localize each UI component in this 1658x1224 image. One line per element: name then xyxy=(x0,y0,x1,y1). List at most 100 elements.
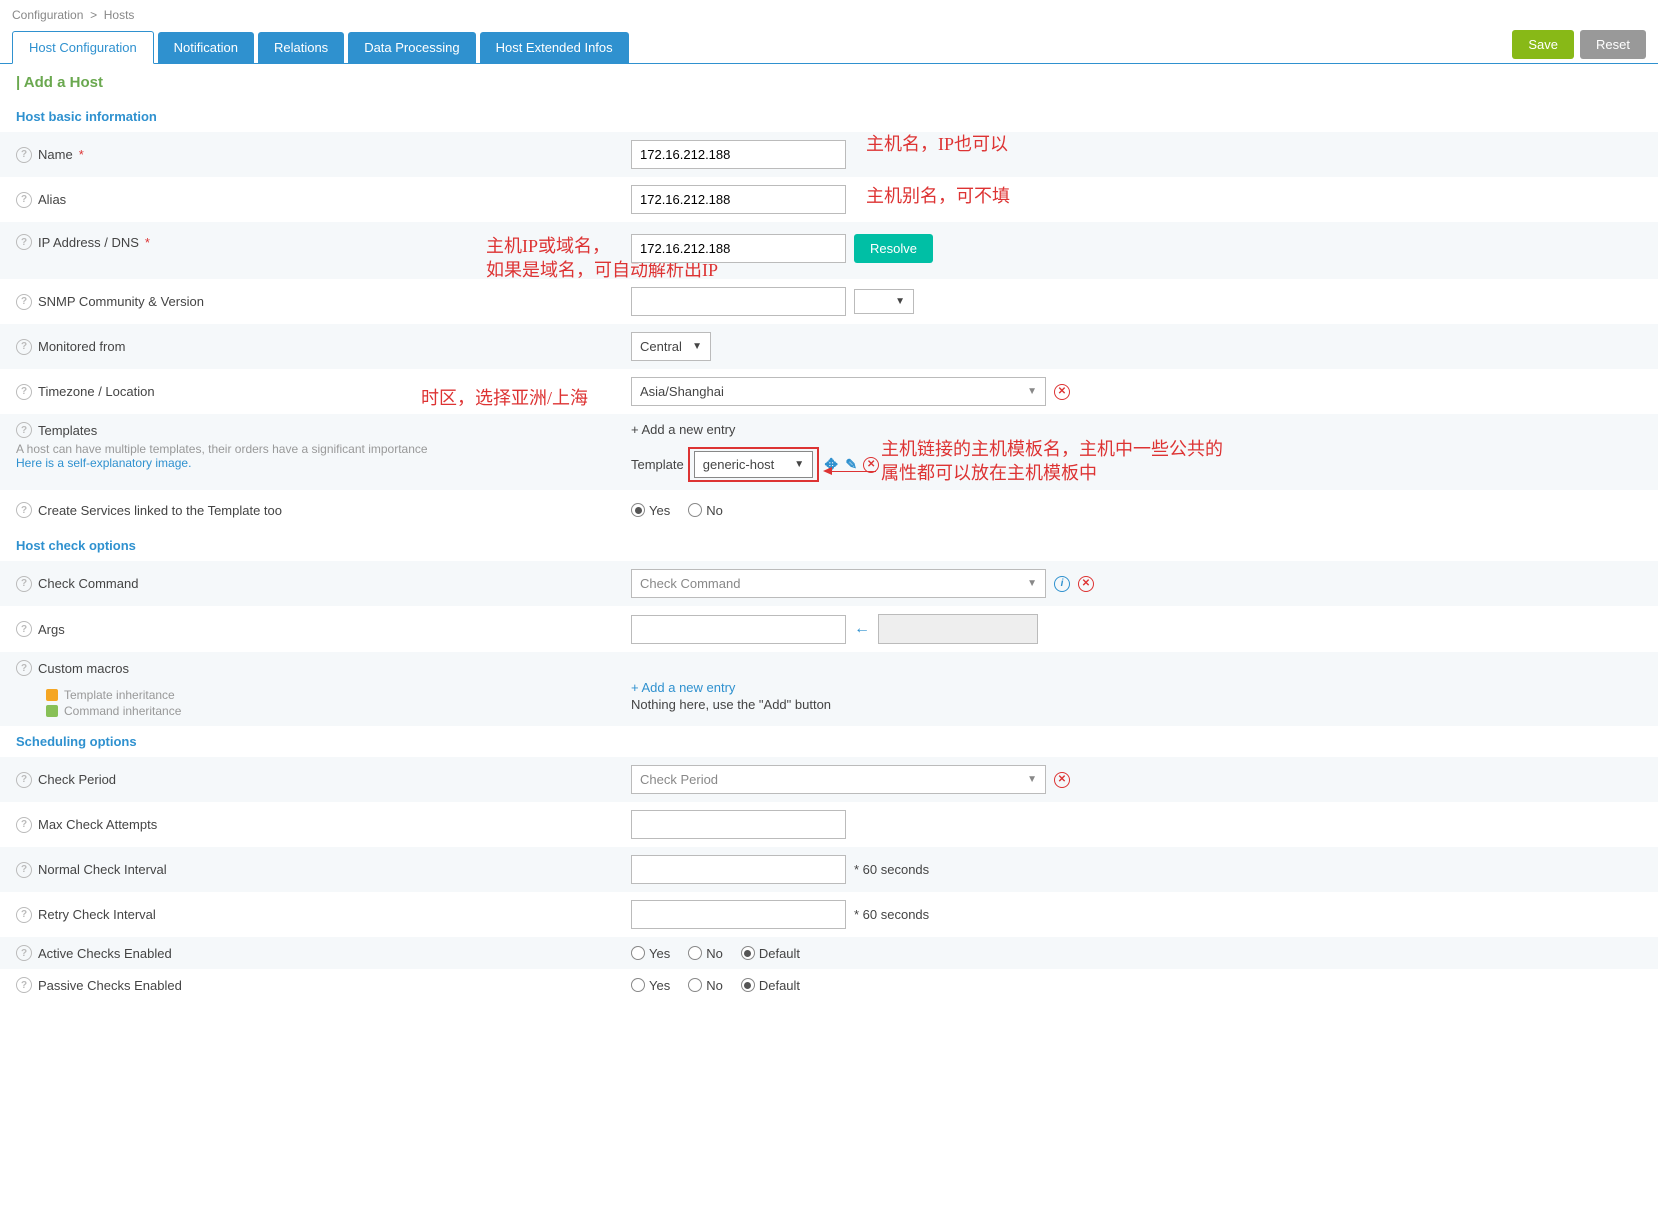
annotation-ip1: 主机IP或域名， xyxy=(486,232,610,258)
help-icon[interactable]: ? xyxy=(16,772,32,788)
label-timezone: Timezone / Location xyxy=(38,384,155,399)
tab-host-extended-infos[interactable]: Host Extended Infos xyxy=(480,32,629,63)
info-icon[interactable]: i xyxy=(1054,576,1070,592)
alias-input[interactable] xyxy=(631,185,846,214)
help-icon[interactable]: ? xyxy=(16,294,32,310)
radio-icon xyxy=(631,946,645,960)
required-icon: * xyxy=(145,235,150,250)
radio-yes[interactable]: Yes xyxy=(631,978,670,993)
delete-icon[interactable]: ✕ xyxy=(1054,772,1070,788)
tab-relations[interactable]: Relations xyxy=(258,32,344,63)
help-icon[interactable]: ? xyxy=(16,339,32,355)
snmp-version-select[interactable]: ▼ xyxy=(854,289,914,314)
snmp-community-input[interactable] xyxy=(631,287,846,316)
normal-interval-input[interactable] xyxy=(631,855,846,884)
row-templates: ? Templates A host can have multiple tem… xyxy=(0,414,1658,490)
row-check-command: ? Check Command Check Command▼ i ✕ xyxy=(0,561,1658,606)
help-icon[interactable]: ? xyxy=(16,192,32,208)
page-title: | Add a Host xyxy=(0,64,1658,101)
delete-icon[interactable]: ✕ xyxy=(1054,384,1070,400)
radio-no[interactable]: No xyxy=(688,946,723,961)
templates-help-link[interactable]: Here is a self-explanatory image. xyxy=(16,456,631,470)
label-ip: IP Address / DNS xyxy=(38,235,139,250)
help-icon[interactable]: ? xyxy=(16,660,32,676)
row-normal-interval: ? Normal Check Interval * 60 seconds xyxy=(0,847,1658,892)
radio-no[interactable]: No xyxy=(688,503,723,518)
check-period-select[interactable]: Check Period▼ xyxy=(631,765,1046,794)
name-input[interactable] xyxy=(631,140,846,169)
help-icon[interactable]: ? xyxy=(16,621,32,637)
section-scheduling: Scheduling options xyxy=(0,726,1658,757)
annotation-arrow xyxy=(826,471,876,472)
caret-down-icon: ▼ xyxy=(692,341,702,352)
template-inheritance-label: Template inheritance xyxy=(64,688,175,702)
resolve-button[interactable]: Resolve xyxy=(854,234,933,263)
radio-icon xyxy=(631,503,645,517)
interval-suffix: * 60 seconds xyxy=(854,907,929,922)
reset-button[interactable]: Reset xyxy=(1580,30,1646,59)
help-icon[interactable]: ? xyxy=(16,945,32,961)
required-icon: * xyxy=(79,147,84,162)
label-normal-interval: Normal Check Interval xyxy=(38,862,167,877)
caret-down-icon: ▼ xyxy=(1027,578,1037,589)
row-max-attempts: ? Max Check Attempts xyxy=(0,802,1658,847)
label-retry-interval: Retry Check Interval xyxy=(38,907,156,922)
timezone-select[interactable]: Asia/Shanghai▼ xyxy=(631,377,1046,406)
args-input[interactable] xyxy=(631,615,846,644)
arrow-left-icon[interactable]: ← xyxy=(854,621,870,637)
annotation-alias: 主机别名，可不填 xyxy=(866,182,1010,208)
caret-down-icon: ▼ xyxy=(1027,774,1037,785)
radio-icon xyxy=(688,978,702,992)
radio-yes[interactable]: Yes xyxy=(631,946,670,961)
breadcrumb-item[interactable]: Hosts xyxy=(104,8,135,22)
max-attempts-input[interactable] xyxy=(631,810,846,839)
delete-icon[interactable]: ✕ xyxy=(1078,576,1094,592)
help-icon[interactable]: ? xyxy=(16,977,32,993)
row-monitored: ? Monitored from Central▼ xyxy=(0,324,1658,369)
row-check-period: ? Check Period Check Period▼ ✕ xyxy=(0,757,1658,802)
label-snmp: SNMP Community & Version xyxy=(38,294,204,309)
help-icon[interactable]: ? xyxy=(16,862,32,878)
breadcrumb-item[interactable]: Configuration xyxy=(12,8,83,22)
save-button[interactable]: Save xyxy=(1512,30,1574,59)
label-check-period: Check Period xyxy=(38,772,116,787)
help-icon[interactable]: ? xyxy=(16,576,32,592)
tab-data-processing[interactable]: Data Processing xyxy=(348,32,475,63)
radio-icon xyxy=(688,503,702,517)
help-icon[interactable]: ? xyxy=(16,502,32,518)
help-icon[interactable]: ? xyxy=(16,422,32,438)
row-ip: ? IP Address / DNS * 主机IP或域名， 如果是域名，可自动解… xyxy=(0,222,1658,279)
label-passive-checks: Passive Checks Enabled xyxy=(38,978,182,993)
label-alias: Alias xyxy=(38,192,66,207)
tab-host-configuration[interactable]: Host Configuration xyxy=(12,31,154,64)
radio-no[interactable]: No xyxy=(688,978,723,993)
label-create-services: Create Services linked to the Template t… xyxy=(38,503,282,518)
add-macro-link[interactable]: + Add a new entry xyxy=(631,680,1642,695)
tab-notification[interactable]: Notification xyxy=(158,32,254,63)
help-icon[interactable]: ? xyxy=(16,817,32,833)
radio-yes[interactable]: Yes xyxy=(631,503,670,518)
radio-default[interactable]: Default xyxy=(741,978,800,993)
row-args: ? Args ← xyxy=(0,606,1658,652)
row-create-services: ? Create Services linked to the Template… xyxy=(0,490,1658,530)
ip-input[interactable] xyxy=(631,234,846,263)
help-icon[interactable]: ? xyxy=(16,907,32,923)
row-name: ? Name * 主机名，IP也可以 xyxy=(0,132,1658,177)
help-icon[interactable]: ? xyxy=(16,384,32,400)
label-check-command: Check Command xyxy=(38,576,138,591)
radio-default[interactable]: Default xyxy=(741,946,800,961)
breadcrumb-sep: > xyxy=(90,8,97,22)
template-label: Template xyxy=(631,457,684,472)
check-command-select[interactable]: Check Command▼ xyxy=(631,569,1046,598)
template-select[interactable]: generic-host▼ xyxy=(694,451,813,478)
annotation-template2: 属性都可以放在主机模板中 xyxy=(881,459,1097,485)
monitored-select[interactable]: Central▼ xyxy=(631,332,711,361)
row-passive-checks: ? Passive Checks Enabled Yes No Default xyxy=(0,969,1658,1001)
help-icon[interactable]: ? xyxy=(16,147,32,163)
label-name: Name xyxy=(38,147,73,162)
label-args: Args xyxy=(38,622,65,637)
label-monitored: Monitored from xyxy=(38,339,125,354)
help-icon[interactable]: ? xyxy=(16,234,32,250)
row-custom-macros: ? Custom macros Template inheritance Com… xyxy=(0,652,1658,726)
retry-interval-input[interactable] xyxy=(631,900,846,929)
